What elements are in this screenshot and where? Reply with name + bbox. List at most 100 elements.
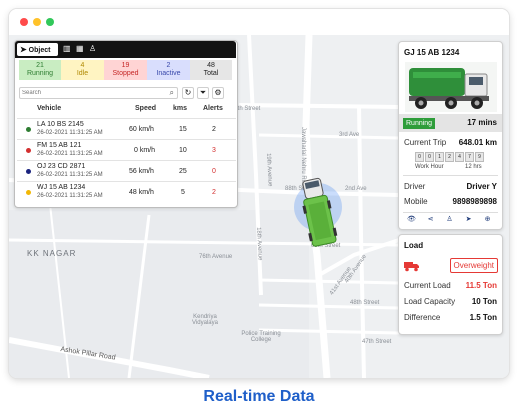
close-window-button[interactable]: [20, 18, 28, 26]
share-icon[interactable]: ⋖: [422, 213, 439, 226]
stat-idle[interactable]: 4 Idle: [61, 60, 104, 80]
stat-label: Running: [26, 70, 54, 77]
work-hour-label: Work Hour: [415, 164, 444, 170]
grid-icon[interactable]: ▦: [76, 44, 84, 54]
load-difference-value: 1.5 Ton: [469, 313, 497, 322]
stat-label: Inactive: [156, 70, 181, 77]
stat-inactive[interactable]: 2 Inactive: [147, 60, 190, 80]
navigate-icon[interactable]: ➤: [460, 213, 477, 226]
vehicle-row[interactable]: FM 15 AB 121 26-02-2021 11:31:25 AM 0 km…: [17, 139, 236, 161]
stat-count: 4: [80, 62, 85, 69]
work-hour-value: 12 hrs: [465, 164, 482, 170]
vehicle-row[interactable]: LA 10 BS 2145 26-02-2021 11:31:25 AM 60 …: [17, 118, 236, 140]
tab-object[interactable]: ➤ Object: [17, 43, 58, 56]
stat-count: 21: [36, 62, 44, 69]
vehicle-kms: 15: [179, 126, 187, 133]
garbage-truck-image: [405, 62, 497, 112]
column-header-vehicle[interactable]: Vehicle: [37, 105, 61, 112]
vehicle-speed: 48 km/h: [129, 189, 154, 196]
vehicle-action-bar: 👁 ⋖ ♙ ➤ ⊕: [403, 212, 498, 226]
map-label: 48th Street: [350, 300, 380, 306]
vehicle-timestamp: 26-02-2021 11:31:25 AM: [37, 172, 103, 178]
map-label: Kendriya Vidyalaya: [192, 314, 218, 326]
title-bar: [9, 9, 509, 35]
tab-object-label: Object: [28, 47, 51, 54]
odometer-digit: 0: [425, 152, 434, 162]
odometer-digit: 1: [435, 152, 444, 162]
stat-running[interactable]: 21 Running: [19, 60, 61, 80]
map-view[interactable]: 48th Street 3rd Ave 88th St 2nd Ave 19th…: [9, 35, 509, 378]
vehicle-speed: 60 km/h: [129, 126, 154, 133]
search-box[interactable]: ⌕: [19, 87, 178, 99]
caption: Real-time Data: [203, 388, 315, 405]
stat-label: Total: [203, 70, 219, 77]
current-load-value: 11.5 Ton: [465, 281, 497, 290]
column-header-kms[interactable]: kms: [173, 105, 187, 112]
vehicle-speed: 0 km/h: [134, 147, 156, 154]
status-dot: [26, 169, 31, 174]
eye-icon[interactable]: 👁: [403, 213, 420, 226]
vehicle-alerts: 2: [212, 126, 216, 133]
stat-count: 2: [166, 62, 171, 69]
vehicle-alerts: 3: [212, 147, 216, 154]
vehicle-number: FM 15 AB 121: [37, 142, 82, 149]
odometer-digit: 9: [475, 152, 484, 162]
column-header-speed[interactable]: Speed: [135, 105, 156, 112]
vehicle-alerts: 0: [212, 168, 216, 175]
vehicle-plate: GJ 15 AB 1234: [404, 48, 460, 57]
load-difference-label: Difference: [404, 313, 441, 322]
person-icon[interactable]: ♙: [89, 44, 96, 54]
refresh-icon[interactable]: ↻: [182, 87, 194, 99]
search-icon[interactable]: ⌕: [170, 88, 174, 98]
map-label: 2nd Ave: [345, 186, 367, 192]
vehicle-number: WJ 15 AB 1234: [37, 184, 86, 191]
status-duration: 17 mins: [467, 118, 497, 127]
vehicle-number: LA 10 BS 2145: [37, 121, 84, 128]
load-capacity-value: 10 Ton: [471, 297, 497, 306]
vehicle-kms: 10: [179, 147, 187, 154]
map-label: 76th Avenue: [199, 254, 233, 260]
navigation-arrow-icon: ➤: [20, 45, 27, 54]
vehicle-kms: 25: [179, 168, 187, 175]
vehicle-row[interactable]: WJ 15 AB 1234 26-02-2021 11:31:25 AM 48 …: [17, 181, 236, 203]
status-dot: [26, 127, 31, 132]
vehicle-details-panel: GJ 15 AB 1234 Running 17 mins Current Tr…: [398, 41, 503, 230]
driver-label: Driver: [404, 182, 426, 191]
person-icon[interactable]: ♙: [441, 213, 458, 226]
building-icon[interactable]: ▥: [63, 44, 71, 54]
stat-stopped[interactable]: 19 Stopped: [104, 60, 147, 80]
map-label: 47th Street: [362, 339, 392, 345]
minimize-window-button[interactable]: [33, 18, 41, 26]
load-panel: Load Overweight Current Load 11.5 Ton Lo…: [398, 234, 503, 335]
map-label: Police Training College: [241, 331, 281, 343]
vehicle-row[interactable]: OJ 23 CD 2871 26-02-2021 11:31:25 AM 56 …: [17, 160, 236, 182]
filter-icon[interactable]: ⏷: [197, 87, 209, 99]
truck-alert-icon: [404, 262, 419, 272]
app-window: 48th Street 3rd Ave 88th St 2nd Ave 19th…: [9, 9, 509, 378]
overweight-badge: Overweight: [449, 258, 498, 273]
map-label: KK NAGAR: [27, 249, 77, 258]
current-trip-value: 648.01 km: [458, 138, 497, 147]
map-label: 3rd Ave: [339, 132, 360, 138]
settings-gear-icon[interactable]: ⚙: [212, 87, 224, 99]
vehicle-timestamp: 26-02-2021 11:31:25 AM: [37, 193, 103, 199]
mobile-value: 9898989898: [452, 197, 498, 206]
panel-tab-bar: ➤ Object ▥ ▦ ♙: [15, 41, 236, 58]
driver-value: Driver Y: [466, 182, 497, 191]
search-input[interactable]: [22, 88, 162, 98]
status-row: Running 17 mins: [399, 114, 502, 132]
zoom-icon[interactable]: ⊕: [479, 213, 496, 226]
status-dot: [26, 190, 31, 195]
stat-count: 48: [207, 62, 215, 69]
odometer-digit: 7: [465, 152, 474, 162]
odometer-digit: 2: [445, 152, 454, 162]
maximize-window-button[interactable]: [46, 18, 54, 26]
load-capacity-label: Load Capacity: [404, 297, 456, 306]
odometer-digit: 4: [455, 152, 464, 162]
vehicle-timestamp: 26-02-2021 11:31:25 AM: [37, 130, 103, 136]
load-title: Load: [404, 241, 424, 250]
stat-total[interactable]: 48 Total: [190, 60, 232, 80]
column-header-alerts[interactable]: Alerts: [203, 105, 223, 112]
stat-label: Idle: [76, 70, 89, 77]
current-trip-label: Current Trip: [404, 138, 447, 147]
